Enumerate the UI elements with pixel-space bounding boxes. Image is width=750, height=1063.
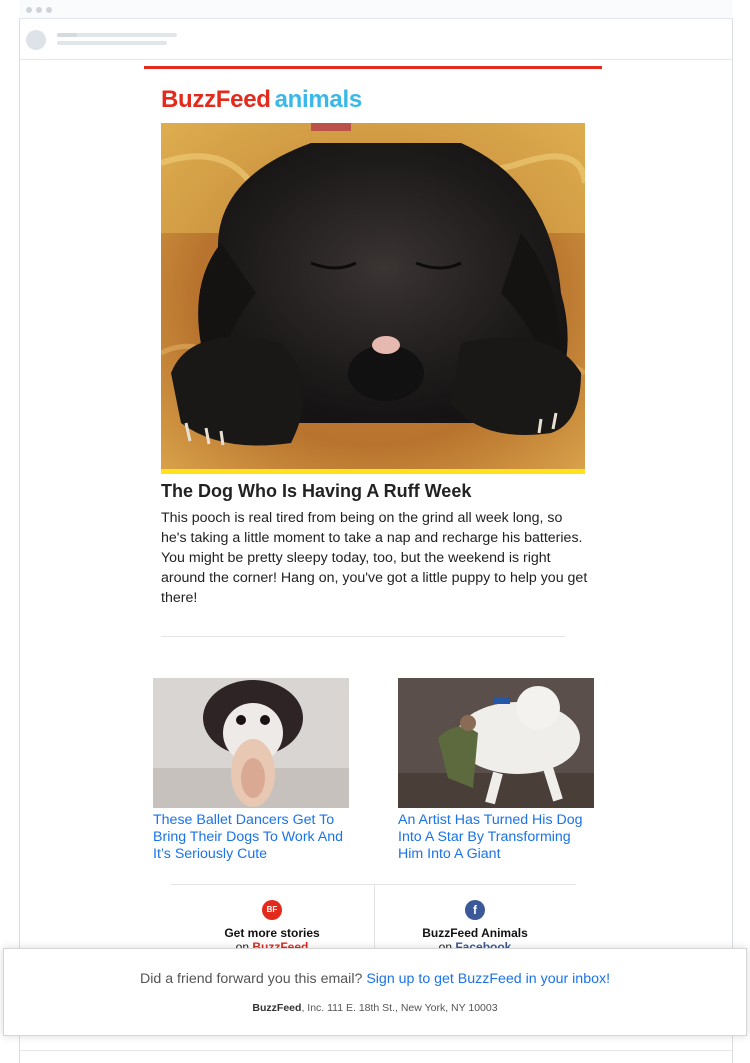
story-image-giant-dog[interactable] <box>398 678 594 808</box>
signup-prompt: Did a friend forward you this email? Sig… <box>4 971 746 987</box>
company-name: BuzzFeed <box>252 1002 302 1014</box>
footer-right-title: BuzzFeed Animals <box>422 926 528 940</box>
frame-bottom-border <box>19 1050 733 1051</box>
sender-header <box>19 19 733 60</box>
signup-link[interactable]: Sign up to get BuzzFeed in your inbox! <box>366 971 610 987</box>
window-dot-icon <box>46 7 52 13</box>
buzzfeed-badge-icon: BF <box>262 900 282 920</box>
shih-tzu-image <box>153 678 349 808</box>
logo-section: animals <box>274 86 363 113</box>
window-titlebar <box>19 0 733 19</box>
footer-left-title: Get more stories <box>224 926 320 940</box>
logo-brand: BuzzFeed <box>161 86 271 113</box>
hero-accent-strip <box>161 469 585 474</box>
placeholder-accent <box>57 33 77 37</box>
sender-avatar <box>26 30 46 50</box>
story-link-ballet-dogs[interactable]: These Ballet Dancers Get To Bring Their … <box>153 812 353 863</box>
header-rule <box>144 66 602 69</box>
facebook-icon: f <box>465 900 485 920</box>
story-link-giant-dog[interactable]: An Artist Has Turned His Dog Into A Star… <box>398 812 598 863</box>
story-image-ballet-dogs[interactable] <box>153 678 349 808</box>
window-dot-icon <box>36 7 42 13</box>
article-title[interactable]: The Dog Who Is Having A Ruff Week <box>161 481 471 502</box>
company-address: BuzzFeed, Inc. 111 E. 18th St., New York… <box>4 1002 746 1014</box>
sleeping-puppy-image <box>161 123 585 474</box>
signup-question: Did a friend forward you this email? <box>139 971 363 987</box>
hero-image[interactable] <box>161 123 585 474</box>
address-text: , Inc. 111 E. 18th St., New York, NY 100… <box>301 1002 498 1014</box>
giant-dog-image <box>398 678 594 808</box>
article-body: This pooch is real tired from being on t… <box>161 510 588 606</box>
signup-banner: Did a friend forward you this email? Sig… <box>3 948 747 1036</box>
footer-facebook-link[interactable]: f BuzzFeed Animals on Facebook <box>375 900 575 954</box>
window-dot-icon <box>26 7 32 13</box>
sender-subject-placeholder <box>57 41 167 45</box>
footer-buzzfeed-link[interactable]: BF Get more stories on BuzzFeed <box>172 900 372 954</box>
section-divider <box>161 636 565 637</box>
buzzfeed-animals-logo[interactable]: BuzzFeed animals <box>161 86 362 114</box>
